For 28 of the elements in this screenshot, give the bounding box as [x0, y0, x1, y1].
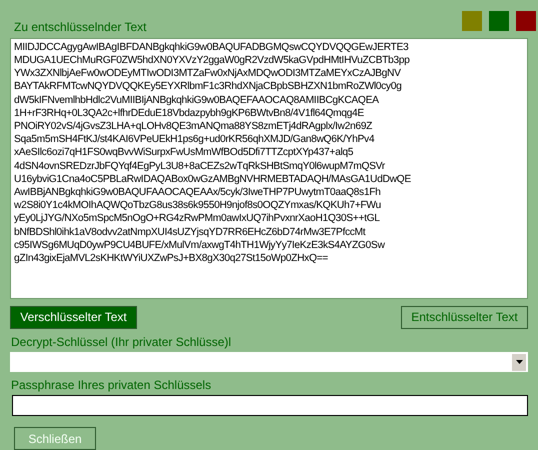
color-swatch[interactable]	[516, 11, 536, 31]
text-line: 1H+rF3RHq+0L3QA2c+lfhrDEduE18Vbdazpybh9gKP6BWtvBn8/4V1fl64Qmqg4E	[14, 106, 365, 120]
text-line: gZIn43gixEjaMVL2sKHKtWYiUXZwPsJ+BX8gX30q27St15oWp0ZHxQ==	[14, 252, 329, 266]
color-swatch[interactable]	[489, 11, 509, 31]
close-button[interactable]: Schließen	[14, 427, 96, 450]
text-line: w2S8i0Y1c4kMOIhAQWQoTbzG8us38s6k9550H9njof8s0OQZYmxas/KQKUh7+FWu	[14, 199, 382, 212]
text-line: bNfBDShl0ihk1aV8odvv2atNmpXUI4sUZYjsqYD7RR6EHcZ6bD74rMw3E7PfccMt	[14, 226, 366, 239]
text-area[interactable]	[10, 38, 528, 299]
mode-button[interactable]: Entschlüsselter Text	[401, 306, 528, 329]
text-line: PNOiRY02vS/4jGvsZ3LHA+qLOHv8QE3mANQma88YS8zmETj4dRAgplx/Iw2n69Z	[14, 120, 374, 134]
passphrase-field[interactable]	[12, 395, 528, 416]
text-line: 4dSN4ovnSREDzrJbFQYqf4EgPyL3U8+8aCEZs2wTqRkSHBtSmqY0l6wupM7mQSVr	[14, 160, 386, 173]
text-line: YWx3ZXNlbjAeFw0wODEyMTIwODI3MTZaFw0xNjAxMDQwODI3MTZaMEYxCzAJBgNV	[14, 67, 402, 80]
passphrase-label: Passphrase Ihres privaten Schlüssels	[10, 378, 212, 392]
text-line: BAYTAkRFMTcwNQYDVQQKEy5EYXRlbmF1c3RhdXNjaCBpbSBHZXN1bmRoZWl0cy0g	[14, 80, 402, 94]
text-line: MDUGA1UEChMuRGF0ZW5hdXN0YXVzY2ggaW0gR2VzdW5kaGVpdHMtIHVuZCBTb3pp	[14, 54, 411, 68]
mode-button[interactable]: Verschlüsselter Text	[10, 306, 137, 329]
text-line: MIIDJDCCAgygAwIBAgIBFDANBgkqhkiG9w0BAQUFADBGMQswCQYDVQQGEwJERTE3	[14, 40, 410, 54]
text-line: c95IWSg6MUqD0ywP9CU4BUFE/xMulVm/axwgT4hTH1WjyYy7IeKzE3kS4AYZG0Sw	[14, 238, 386, 252]
text-line: AwIBBjANBgkqhkiG9w0BAQUFAAOCAQEAAx/5cyk/3IweTHP7PUwytmT0aaQ8s1Fh	[14, 186, 382, 200]
color-swatch[interactable]	[462, 11, 482, 31]
text-line: dW5kIFNvemlhbHdlc2VuMIIBIjANBgkqhkiG9w0BAQEFAAOCAQ8AMIIBCgKCAQEA	[14, 94, 380, 107]
text-label: Zu entschlüsselnder Text	[13, 20, 147, 34]
text-line: U16ybviG1Cna4oC5PBLaRwIDAQABox0wGzAMBgNVHRMEBTADAQH/MAsGA1UdDwQE	[14, 172, 412, 186]
text-line: Sqa5m5mSH4FtKJ/st4KAI6VPeUEkH1ps6g+ud0rKR56qhXMJD/Gan8wQ6K/YhPv4	[14, 133, 376, 146]
key-label: Decrypt-Schlüssel (Ihr privater Schlüsse)l	[10, 334, 232, 349]
text-line: yEy0LjJYG/NXo5mSpcM5nOgO+RG4zRwPMm0awIxUQ7ihPvxnrXaoH1Q30S++tGL	[14, 212, 381, 226]
text-line: xAeSIlc6ozi7qH1FS0wqBvvWiSurpxFwUsMmWfBOd5Dfi7TTZcptXYp437+alq5	[14, 146, 354, 160]
